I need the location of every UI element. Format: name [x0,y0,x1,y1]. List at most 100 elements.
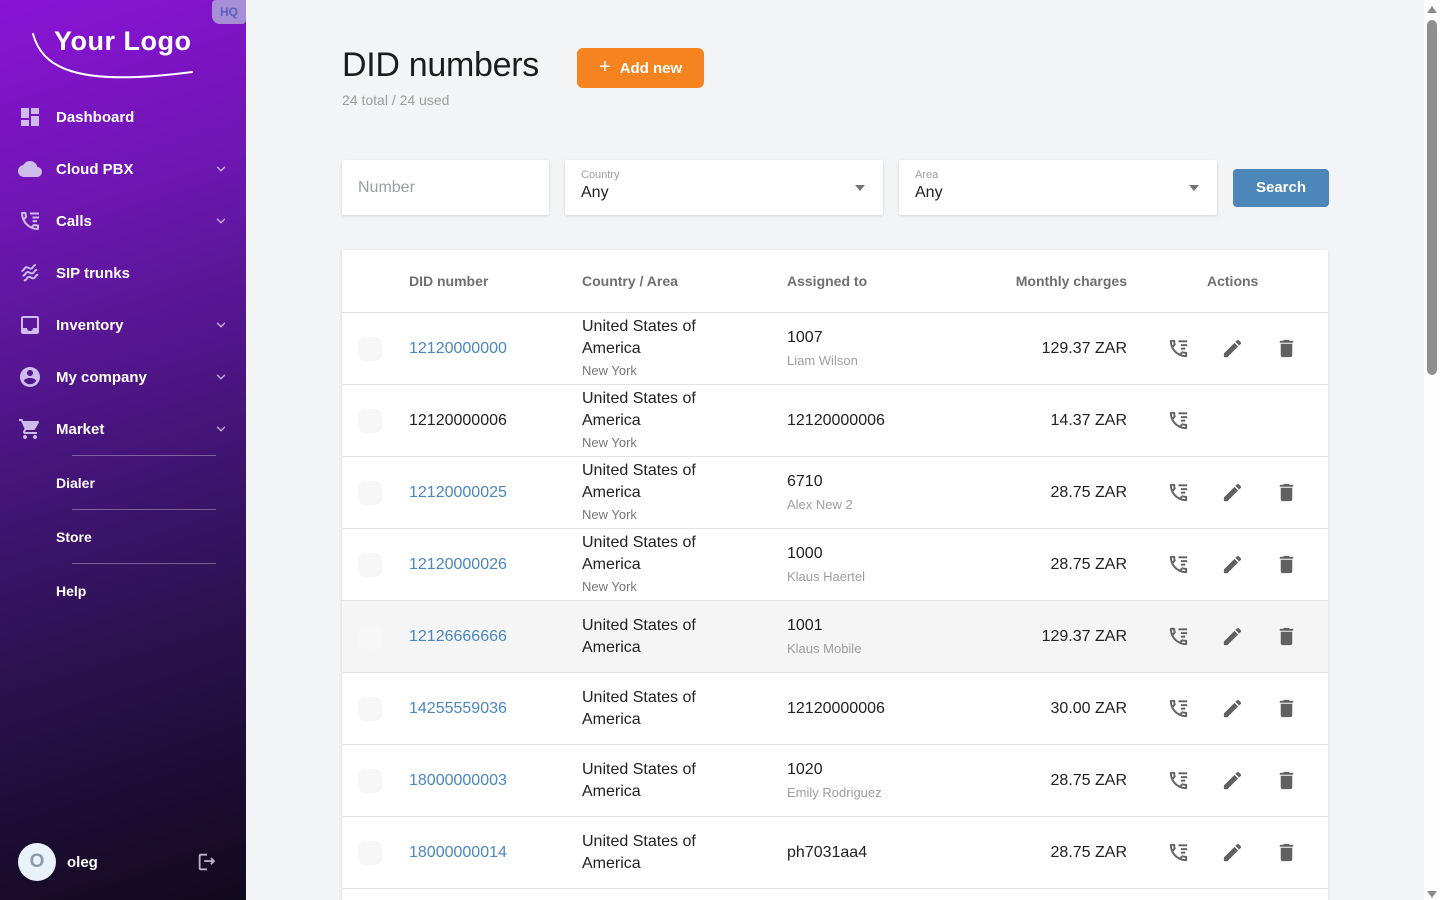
delete-icon[interactable] [1275,625,1298,648]
table-row: 14255559036 United States of America 121… [342,673,1328,745]
row-checkbox[interactable] [358,409,382,433]
country-label: Country [581,169,883,181]
monthly-charges-text: 28.75 ZAR [1002,484,1127,502]
sidebar: HQ Your Logo Dashboard Cloud PBX Calls S… [0,0,246,900]
did-number-link[interactable]: 12120000000 [409,340,582,358]
area-text: New York [582,361,739,381]
country-text: United States of America [582,615,739,659]
call-settings-icon[interactable] [1167,841,1190,864]
assigned-to-text: 1000 [787,543,1002,565]
call-settings-icon[interactable] [1167,409,1190,432]
edit-icon[interactable] [1221,553,1244,576]
did-number-link[interactable]: 14255559036 [409,700,582,718]
scrollbar-thumb[interactable] [1427,20,1437,375]
hq-badge[interactable]: HQ [212,0,246,24]
call-settings-icon[interactable] [1167,481,1190,504]
sidebar-item-sip-trunks[interactable]: SIP trunks [0,247,246,299]
scrollbar [1424,0,1440,900]
row-checkbox[interactable] [358,553,382,577]
cart-icon [18,417,42,441]
did-number-link[interactable]: 12120000026 [409,556,582,574]
assigned-to-text: 6710 [787,471,1002,493]
delete-icon[interactable] [1275,697,1298,720]
dropdown-arrow-icon [855,185,865,191]
sidebar-item-inventory[interactable]: Inventory [0,299,246,351]
sip-icon [18,261,42,285]
edit-icon[interactable] [1221,841,1244,864]
sidebar-link-help[interactable]: Help [0,564,246,617]
sidebar-item-cloud-pbx[interactable]: Cloud PBX [0,143,246,195]
chevron-down-icon [214,214,228,228]
sidebar-link-store[interactable]: Store [0,510,246,563]
row-checkbox[interactable] [358,481,382,505]
col-header-did: DID number [409,273,582,289]
delete-icon[interactable] [1275,553,1298,576]
edit-icon[interactable] [1221,697,1244,720]
assigned-to-text: 1007 [787,327,1002,349]
sidebar-item-calls[interactable]: Calls [0,195,246,247]
edit-icon[interactable] [1221,625,1244,648]
call-settings-icon[interactable] [1167,625,1190,648]
assigned-to-text: 12120000006 [787,698,1002,720]
did-number-link[interactable]: 18000000003 [409,772,582,790]
country-value: Any [581,184,883,202]
delete-icon[interactable] [1275,481,1298,504]
row-checkbox[interactable] [358,769,382,793]
delete-icon[interactable] [1275,841,1298,864]
did-number-link: 12120000006 [409,412,582,430]
area-value: Any [915,184,1217,202]
row-checkbox[interactable] [358,697,382,721]
col-header-country: Country / Area [582,273,787,289]
dashboard-icon [18,105,42,129]
sidebar-item-label: Inventory [56,317,124,334]
country-text: United States of America [582,532,739,576]
table-row: 12120000000 United States of America New… [342,313,1328,385]
did-number-link[interactable]: 12126666666 [409,628,582,646]
call-settings-icon[interactable] [1167,769,1190,792]
call-settings-icon[interactable] [1167,553,1190,576]
sidebar-link-label: Store [56,529,92,545]
plus-icon: + [599,56,611,79]
delete-icon[interactable] [1275,337,1298,360]
sidebar-item-dashboard[interactable]: Dashboard [0,91,246,143]
row-checkbox[interactable] [358,337,382,361]
assigned-to-text: 1020 [787,759,1002,781]
did-number-link[interactable]: 12120000025 [409,484,582,502]
table-row: 12126666666 United States of America 100… [342,601,1328,673]
row-checkbox[interactable] [358,841,382,865]
country-text: United States of America [582,687,739,731]
chevron-down-icon [214,422,228,436]
delete-icon[interactable] [1275,769,1298,792]
monthly-charges-text: 129.37 ZAR [1002,340,1127,358]
edit-icon[interactable] [1221,769,1244,792]
sidebar-link-dialer[interactable]: Dialer [0,456,246,509]
logout-icon[interactable] [196,851,218,873]
edit-icon[interactable] [1221,481,1244,504]
scroll-up-arrow-icon[interactable] [1427,6,1437,13]
scroll-down-arrow-icon[interactable] [1427,891,1437,898]
number-filter [342,160,549,215]
area-text: New York [582,577,739,597]
area-select[interactable]: Area Any [899,160,1217,215]
search-button[interactable]: Search [1233,169,1329,207]
table-row: 12120000006 United States of America New… [342,385,1328,457]
sidebar-item-market[interactable]: Market [0,403,246,455]
table-row: 18000000003 United States of America 102… [342,745,1328,817]
area-text: New York [582,505,739,525]
call-settings-icon[interactable] [1167,697,1190,720]
call-settings-icon[interactable] [1167,337,1190,360]
sidebar-item-my-company[interactable]: My company [0,351,246,403]
assigned-to-name: Emily Rodriguez [787,783,1002,802]
main-content: DID numbers 24 total / 24 used + Add new… [246,0,1440,900]
did-number-link[interactable]: 18000000014 [409,844,582,862]
number-input[interactable] [342,160,549,215]
country-select[interactable]: Country Any [565,160,883,215]
sidebar-item-label: Dashboard [56,109,134,126]
sidebar-links: Dialer Store Help [0,455,246,617]
avatar[interactable]: O [18,843,56,881]
assigned-to-text: 1001 [787,615,1002,637]
add-new-button[interactable]: + Add new [577,48,704,88]
monthly-charges-text: 14.37 ZAR [1002,412,1127,430]
row-checkbox[interactable] [358,625,382,649]
edit-icon[interactable] [1221,337,1244,360]
